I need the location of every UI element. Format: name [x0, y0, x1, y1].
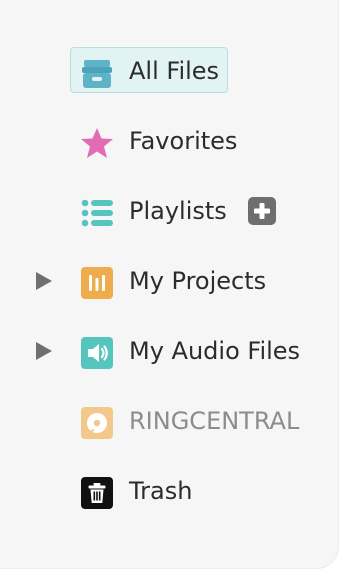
sidebar-item-label: RINGCENTRAL [129, 407, 300, 435]
sidebar-item-favorites[interactable]: Favorites [0, 116, 338, 166]
disc-icon [80, 406, 114, 440]
sidebar-item-label: Playlists [129, 197, 227, 225]
project-folder-icon [80, 266, 114, 300]
sidebar-item-my-audio-files[interactable]: My Audio Files [0, 326, 338, 376]
sidebar-item-my-projects[interactable]: My Projects [0, 256, 338, 306]
sidebar-item-playlists[interactable]: Playlists [0, 186, 338, 236]
sidebar-item-label: My Projects [129, 267, 267, 295]
archive-box-icon [80, 56, 114, 90]
star-icon [80, 126, 114, 160]
expand-caret-icon[interactable] [36, 272, 52, 290]
sidebar-item-trash[interactable]: Trash [0, 466, 338, 516]
sidebar-item-ringcentral[interactable]: RINGCENTRAL [0, 396, 338, 446]
sidebar-item-label: All Files [129, 57, 220, 85]
sidebar-item-label: Trash [129, 477, 193, 505]
sidebar-item-label: Favorites [129, 127, 238, 155]
sidebar-item-label: My Audio Files [129, 337, 301, 365]
trash-icon [80, 476, 114, 510]
speaker-icon [80, 336, 114, 370]
expand-caret-icon[interactable] [36, 342, 52, 360]
sidebar-panel: All Files Favorites Playlists My Project… [0, 0, 339, 569]
list-icon [80, 196, 114, 230]
sidebar-item-all-files[interactable]: All Files [0, 46, 338, 96]
add-playlist-button[interactable] [248, 197, 276, 225]
